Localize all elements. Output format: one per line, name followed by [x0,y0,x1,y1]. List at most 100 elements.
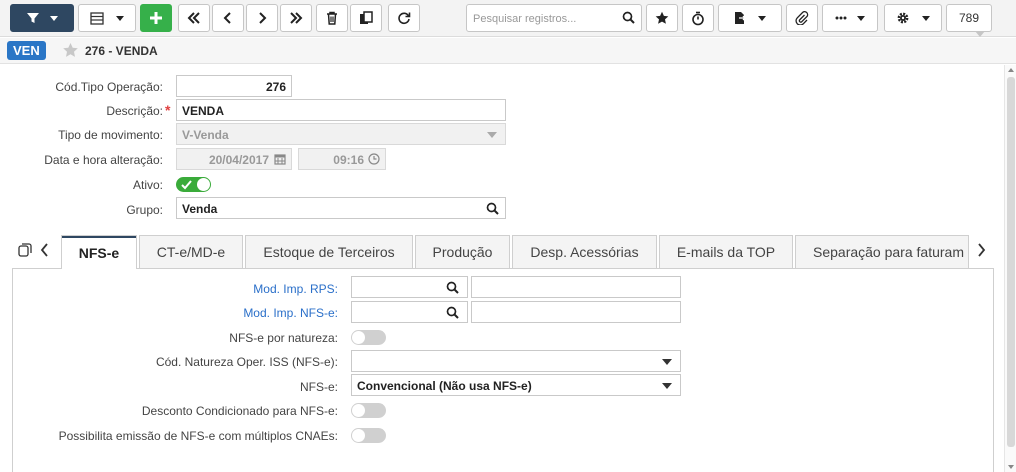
record-count: 789 [946,4,992,37]
timer-button[interactable] [682,4,714,32]
scrollbar-thumb[interactable] [1007,77,1015,447]
descricao-label-text: Descrição: [106,104,163,118]
cod-tipo-operacao-field[interactable]: 276 [176,75,292,97]
toggle-knob [352,404,365,417]
multiplos-cnaes-toggle[interactable] [351,428,386,443]
mod-imp-nfse-field[interactable] [351,301,468,323]
add-record-button[interactable] [140,4,172,32]
cod-natureza-iss-select[interactable] [351,350,681,372]
scroll-up-icon[interactable] [1008,68,1014,72]
star-icon[interactable] [62,42,79,61]
tab-desp-acessorias[interactable]: Desp. Acessórias [512,235,657,268]
chevron-down-icon [116,15,124,21]
tab-label: Produção [432,244,493,260]
tab-strip: NFS-e CT-e/MD-e Estoque de Terceiros Pro… [0,235,1016,269]
data-hora-label: Data e hora alteração: [44,153,163,167]
chevron-down-icon [922,15,930,21]
grupo-label: Grupo: [126,203,163,217]
mod-imp-nfse-description [471,301,681,323]
gear-icon [896,11,910,25]
page-title: 276 - VENDA [85,44,158,58]
descricao-field[interactable]: VENDA [176,99,506,121]
chevron-down-icon [50,15,58,21]
scroll-down-icon[interactable] [1008,465,1014,469]
delete-button[interactable] [316,4,348,32]
prev-record-button[interactable] [212,4,244,32]
first-record-button[interactable] [178,4,210,32]
toggle-knob [197,178,210,191]
grupo-field[interactable]: Venda [176,197,506,219]
desconto-condicionado-label: Desconto Condicionado para NFS-e: [141,404,338,418]
descricao-label: Descrição: [106,104,163,118]
copy-icon [359,11,373,25]
tab-cte-mde[interactable]: CT-e/MD-e [139,235,243,268]
mod-imp-rps-description [471,276,681,298]
toggle-knob [352,331,365,344]
search-icon[interactable] [446,281,459,297]
favorite-button[interactable] [646,4,678,32]
first-icon [187,12,201,24]
data-alteracao-field[interactable]: 20/04/2017 [176,148,292,170]
refresh-button[interactable] [388,4,420,32]
search-icon[interactable] [486,202,499,218]
vertical-scrollbar[interactable] [1004,65,1016,472]
export-button[interactable] [718,4,782,32]
last-icon [289,12,303,24]
more-options-button[interactable] [822,4,878,32]
record-title-bar: VEN 276 - VENDA [0,38,1016,64]
next-record-button[interactable] [246,4,278,32]
file-export-icon [734,11,746,25]
record-count-value: 789 [958,11,980,25]
trash-icon [326,11,338,25]
ativo-toggle[interactable] [176,177,211,192]
tab-emails-top[interactable]: E-mails da TOP [659,235,793,268]
tab-label: Desp. Acessórias [530,244,639,260]
toolbar: 789 [0,0,1016,37]
mod-imp-rps-label[interactable]: Mod. Imp. RPS: [253,282,338,296]
timer-icon [691,11,705,26]
search-icon[interactable] [446,306,459,322]
tab-label: NFS-e [78,244,120,261]
search-input[interactable] [473,10,613,27]
tab-scroll-right-icon[interactable] [977,243,986,260]
grid-view-button[interactable] [78,4,136,32]
mod-imp-nfse-label[interactable]: Mod. Imp. NFS-e: [243,306,338,320]
desconto-condicionado-toggle[interactable] [351,403,386,418]
search-icon[interactable] [622,11,635,27]
nfse-por-natureza-toggle[interactable] [351,330,386,345]
tab-label: Separação para faturam [813,244,964,260]
tab-estoque-terceiros[interactable]: Estoque de Terceiros [245,235,413,268]
chevron-down-icon [758,15,766,21]
ativo-label: Ativo: [132,178,163,192]
tab-scroll-left-icon[interactable] [40,243,49,260]
data-alteracao-value: 20/04/2017 [208,153,269,167]
screen-badge: VEN [7,41,46,60]
tab-separacao-faturamento[interactable]: Separação para faturam [795,235,969,268]
last-record-button[interactable] [280,4,312,32]
required-marker: * [165,102,171,118]
tipo-movimento-label: Tipo de movimento: [58,128,163,142]
settings-button[interactable] [884,4,942,32]
tipo-movimento-select[interactable]: V-Venda [176,123,506,145]
tab-nfse[interactable]: NFS-e [61,235,137,269]
paperclip-icon [795,11,809,25]
tab-list-icon[interactable] [18,243,32,260]
tab-label: Estoque de Terceiros [263,244,395,260]
search-box [466,4,642,32]
tab-label: CT-e/MD-e [156,244,226,260]
tipo-movimento-value: V-Venda [182,128,229,142]
chevron-down-icon [857,15,865,21]
attachments-button[interactable] [786,4,818,32]
plus-icon [149,11,163,25]
nfse-tipo-value: Convencional (Não usa NFS-e) [357,379,532,393]
filter-button[interactable] [10,4,74,32]
hora-alteracao-field[interactable]: 09:16 [298,148,386,170]
tab-producao[interactable]: Produção [415,235,510,268]
cod-tipo-operacao-value: 276 [265,80,286,94]
nfse-tipo-select[interactable]: Convencional (Não usa NFS-e) [351,374,681,396]
mod-imp-rps-field[interactable] [351,276,468,298]
cod-natureza-iss-label: Cód. Natureza Oper. ISS (NFS-e): [155,355,338,369]
tab-label: E-mails da TOP [676,244,776,260]
toggle-knob [352,429,365,442]
duplicate-button[interactable] [350,4,382,32]
